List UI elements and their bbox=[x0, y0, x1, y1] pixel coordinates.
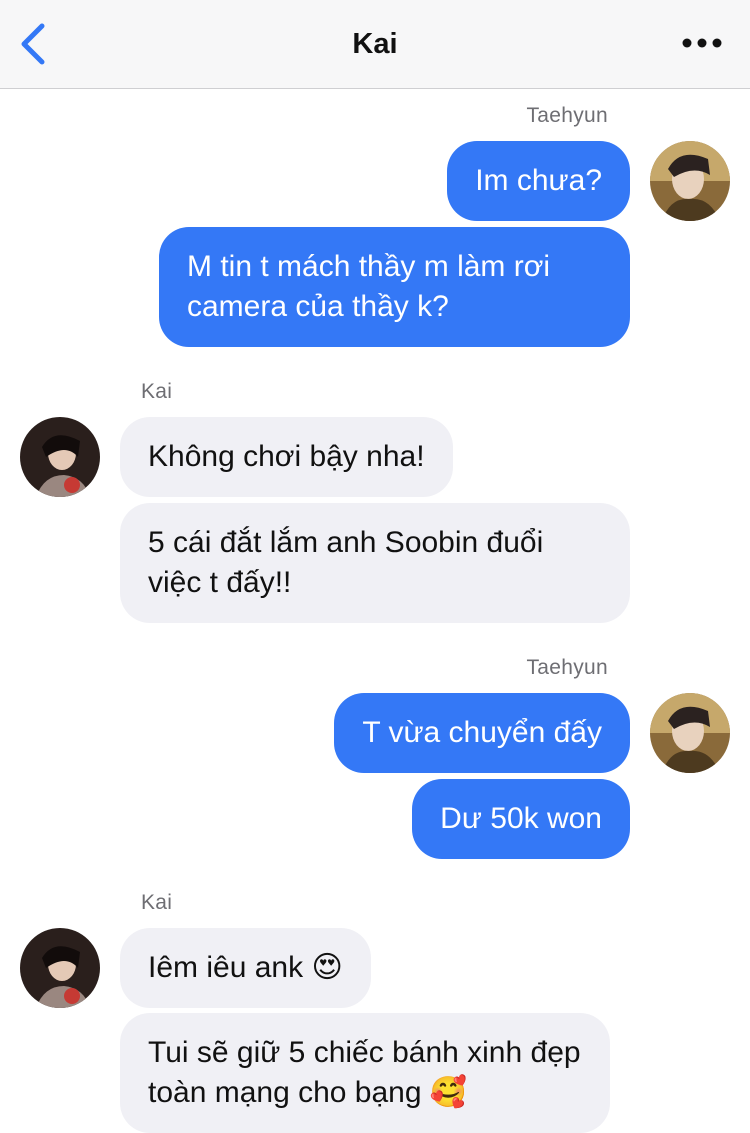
sender-name: Kai bbox=[141, 891, 173, 914]
avatar-kai[interactable] bbox=[20, 417, 100, 497]
avatar-image bbox=[20, 417, 100, 497]
sender-name: Kai bbox=[141, 380, 173, 403]
conversation-title: Kai bbox=[352, 27, 398, 60]
ellipsis-icon bbox=[682, 38, 722, 48]
avatar-image bbox=[650, 693, 730, 773]
message-bubble-incoming[interactable]: Tui sẽ giữ 5 chiếc bánh xinh đẹp toàn mạ… bbox=[120, 1013, 610, 1133]
message-bubble-incoming[interactable]: 5 cái đắt lắm anh Soobin đuổi việc t đấy… bbox=[120, 503, 630, 623]
sender-name: Taehyun bbox=[526, 656, 608, 679]
message-text: Tui sẽ giữ 5 chiếc bánh xinh đẹp toàn mạ… bbox=[148, 1036, 581, 1109]
message-bubble-outgoing[interactable]: M tin t mách thầy m làm rơi camera của t… bbox=[159, 227, 630, 347]
smiling-hearts-emoji-icon: 🥰 bbox=[429, 1075, 468, 1110]
message-text: Im chưa? bbox=[475, 164, 602, 197]
message-text: Iêm iêu ank bbox=[148, 951, 304, 984]
more-options-button[interactable] bbox=[678, 26, 726, 60]
message-text: T vừa chuyển đấy bbox=[362, 716, 602, 749]
message-text: M tin t mách thầy m làm rơi camera của t… bbox=[187, 250, 551, 323]
avatar-taehyun[interactable] bbox=[650, 693, 730, 773]
avatar-kai[interactable] bbox=[20, 928, 100, 1008]
message-bubble-outgoing[interactable]: Im chưa? bbox=[447, 141, 630, 221]
message-bubble-outgoing[interactable]: T vừa chuyển đấy bbox=[334, 693, 630, 773]
message-text: 5 cái đắt lắm anh Soobin đuổi việc t đấy… bbox=[148, 526, 544, 599]
message-bubble-incoming[interactable]: Iêm iêu ank 😍 bbox=[120, 928, 371, 1008]
sender-name: Taehyun bbox=[526, 104, 608, 127]
message-bubble-incoming[interactable]: Không chơi bậy nha! bbox=[120, 417, 453, 497]
avatar-image bbox=[20, 928, 100, 1008]
message-text: Không chơi bậy nha! bbox=[148, 440, 425, 473]
message-bubble-outgoing[interactable]: Dư 50k won bbox=[412, 779, 630, 859]
heart-eyes-emoji-icon: 😍 bbox=[311, 950, 343, 985]
message-text: Dư 50k won bbox=[440, 802, 602, 835]
avatar-image bbox=[650, 141, 730, 221]
avatar-taehyun[interactable] bbox=[650, 141, 730, 221]
navigation-bar: Kai bbox=[0, 0, 750, 89]
